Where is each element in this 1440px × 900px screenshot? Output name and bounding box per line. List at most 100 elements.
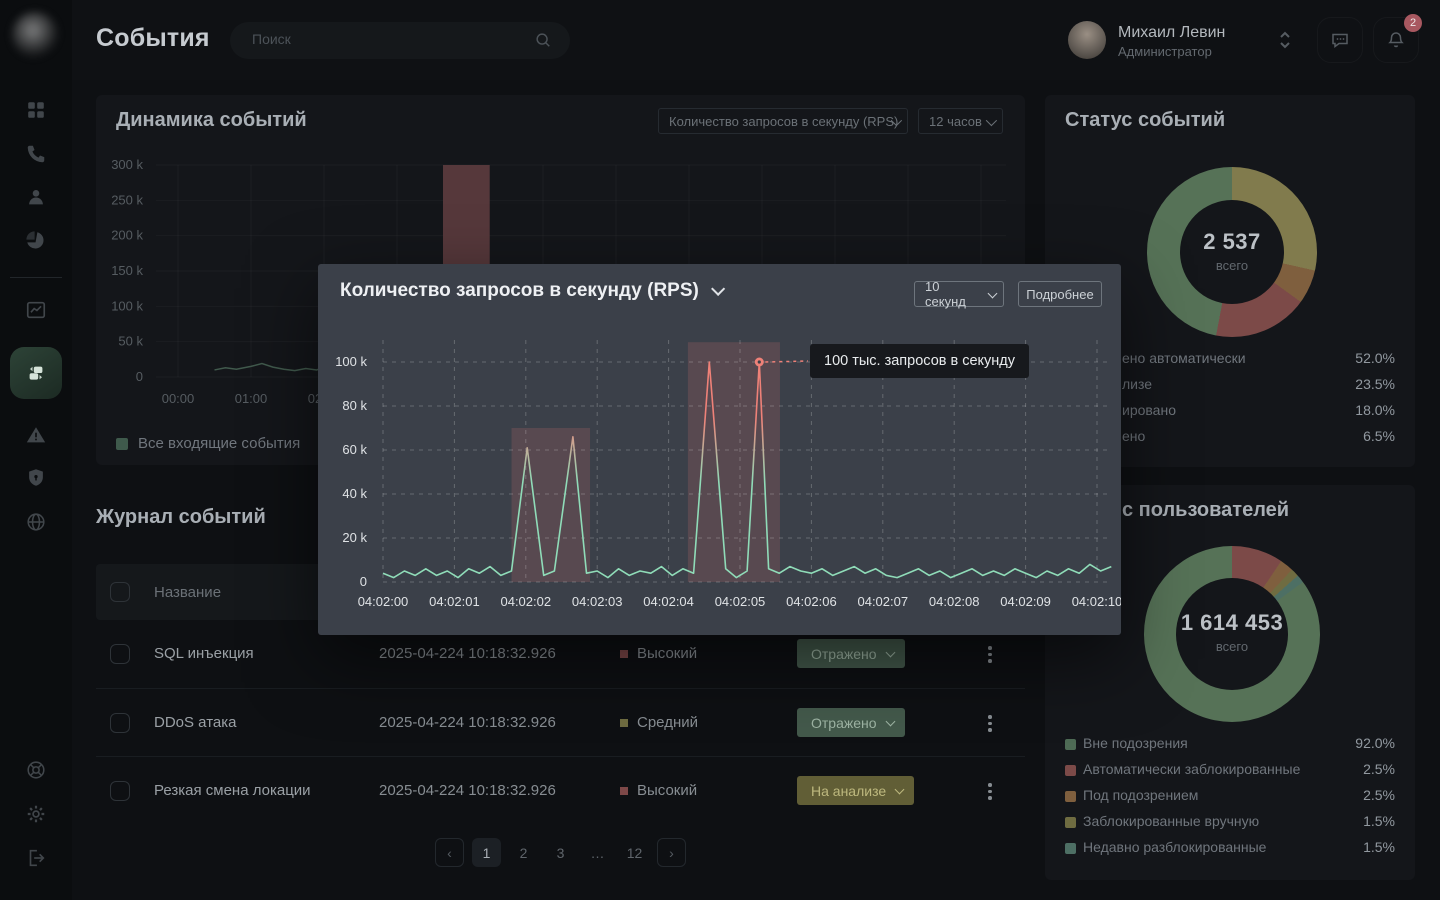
svg-text:04:02:05: 04:02:05 [715, 594, 766, 609]
svg-text:04:02:06: 04:02:06 [786, 594, 837, 609]
svg-text:40 k: 40 k [342, 486, 367, 501]
legend-value: 2.5% [1363, 787, 1395, 803]
legend-item: Все входящие события [116, 435, 300, 452]
legend-value: 1.5% [1363, 839, 1395, 855]
column-header-name: Название [154, 584, 221, 601]
pagination-page-1[interactable]: 1 [472, 838, 501, 867]
support-icon[interactable] [25, 759, 47, 781]
notifications-badge: 2 [1404, 14, 1422, 32]
status-legend-row: Автоматически заблокированные2.5% [1045, 761, 1415, 783]
row-checkbox[interactable] [110, 713, 130, 733]
pagination-prev-button[interactable]: ‹ [435, 838, 464, 867]
search-placeholder: Поиск [252, 31, 291, 47]
svg-text:04:02:04: 04:02:04 [643, 594, 694, 609]
svg-text:150 k: 150 k [111, 263, 143, 278]
journal-title: Журнал событий [96, 506, 266, 529]
shield-icon[interactable] [25, 467, 47, 489]
severity-label: Высокий [637, 782, 697, 799]
settings-icon[interactable] [25, 803, 47, 825]
severity-swatch [620, 787, 628, 795]
svg-text:04:02:10: 04:02:10 [1072, 594, 1121, 609]
svg-text:04:02:07: 04:02:07 [857, 594, 908, 609]
users-status-donut: 1 614 453 всего [1144, 546, 1320, 722]
svg-text:04:02:00: 04:02:00 [358, 594, 409, 609]
notifications-button[interactable]: 2 [1373, 17, 1419, 63]
status-legend-row: Под подозрением2.5% [1045, 787, 1415, 809]
table-row[interactable]: DDoS атака 2025-04-224 10:18:32.926 Средни… [96, 688, 1025, 756]
event-time: 2025-04-224 10:18:32.926 [379, 782, 556, 799]
journal-table-body: SQL инъекция2025-04-224 10:18:32.926Высо… [96, 620, 1025, 824]
row-checkbox[interactable] [110, 644, 130, 664]
legend-value: 1.5% [1363, 813, 1395, 829]
severity-swatch [620, 650, 628, 658]
trend-chart-icon[interactable] [25, 299, 47, 321]
sidebar-item-events-active[interactable] [10, 347, 62, 399]
page-title: События [96, 24, 210, 53]
svg-text:250 k: 250 k [111, 192, 143, 207]
svg-text:04:02:03: 04:02:03 [572, 594, 623, 609]
warning-icon[interactable] [25, 424, 47, 446]
legend-label: ировано [1122, 402, 1176, 418]
user-name: Михаил Левин [1118, 24, 1225, 42]
legend-value: 6.5% [1363, 428, 1395, 444]
phone-icon[interactable] [25, 143, 47, 165]
app-logo [12, 12, 58, 58]
svg-text:04:02:01: 04:02:01 [429, 594, 480, 609]
status-select[interactable]: Отражено [797, 708, 905, 737]
users-total: 1 614 453 [1144, 610, 1320, 636]
pagination-page-12[interactable]: 12 [620, 838, 649, 867]
user-menu-chevrons-icon[interactable] [1278, 29, 1292, 51]
sync-icon [24, 361, 48, 385]
logout-icon[interactable] [25, 847, 47, 869]
event-time: 2025-04-224 10:18:32.926 [379, 714, 556, 731]
svg-text:60 k: 60 k [342, 442, 367, 457]
svg-text:0: 0 [360, 574, 367, 589]
chevron-down-icon [885, 717, 895, 727]
pagination-page-3[interactable]: 3 [546, 838, 575, 867]
pagination-page-2[interactable]: 2 [509, 838, 538, 867]
event-name: DDoS атака [154, 714, 236, 731]
apps-icon[interactable] [25, 99, 47, 121]
status-select[interactable]: Отражено [797, 639, 905, 668]
severity-label: Высокий [637, 645, 697, 662]
status-label: На анализе [811, 783, 886, 799]
search-icon [534, 31, 552, 49]
topbar: События Поиск Михаил Левин Администратор… [72, 0, 1440, 80]
sidebar-divider [10, 277, 62, 278]
sidebar [0, 0, 72, 900]
search-input[interactable]: Поиск [230, 22, 570, 59]
status-legend-row: Заблокированные вручную1.5% [1045, 813, 1415, 835]
row-menu-button[interactable] [984, 711, 996, 736]
legend-label: Недавно разблокированные [1083, 839, 1266, 855]
legend-swatch [1065, 791, 1076, 802]
svg-text:04:02:09: 04:02:09 [1000, 594, 1051, 609]
status-legend-row: Недавно разблокированные 1.5% [1045, 839, 1415, 861]
user-icon[interactable] [25, 186, 47, 208]
legend-value: 2.5% [1363, 761, 1395, 777]
users-status-title: с пользователей [1122, 499, 1289, 522]
row-menu-button[interactable] [984, 642, 996, 667]
user-role: Администратор [1118, 44, 1212, 59]
legend-swatch [1065, 765, 1076, 776]
event-severity: Высокий [620, 645, 697, 662]
select-all-checkbox[interactable] [110, 582, 130, 602]
pagination-next-button[interactable]: › [657, 838, 686, 867]
globe-icon[interactable] [25, 511, 47, 533]
severity-label: Средний [637, 714, 698, 731]
legend-swatch [116, 438, 128, 450]
row-checkbox[interactable] [110, 781, 130, 801]
messages-button[interactable] [1317, 17, 1363, 63]
legend-label: Все входящие события [138, 435, 300, 452]
svg-text:01:00: 01:00 [235, 391, 268, 406]
events-status-donut: 2 537 всего [1147, 167, 1317, 337]
chevron-down-icon [885, 648, 895, 658]
svg-text:100 k: 100 k [335, 354, 367, 369]
chart-tooltip: 100 тыс. запросов в секунду [810, 344, 1029, 378]
status-select[interactable]: На анализе [797, 776, 914, 805]
table-row[interactable]: Резкая смена локации 2025-04-224 10:18:32… [96, 756, 1025, 824]
event-name: Резкая смена локации [154, 782, 311, 799]
pie-chart-icon[interactable] [25, 230, 47, 252]
row-menu-button[interactable] [984, 779, 996, 804]
avatar[interactable] [1068, 21, 1106, 59]
legend-value: 92.0% [1355, 735, 1395, 751]
